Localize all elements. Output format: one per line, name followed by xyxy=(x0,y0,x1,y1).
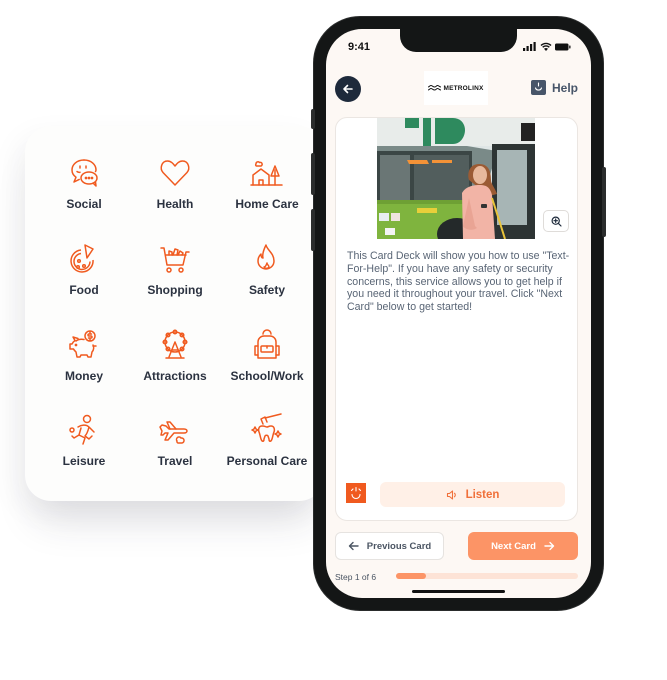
category-attractions[interactable]: Attractions xyxy=(127,328,223,383)
heart-icon xyxy=(160,160,190,186)
category-label: Home Care xyxy=(235,197,299,211)
status-icons xyxy=(523,42,571,51)
speaker-icon xyxy=(446,489,456,500)
metrolinx-logo: METROLINX xyxy=(424,71,488,105)
step-label: Step 1 of 6 xyxy=(335,572,377,582)
category-safety[interactable]: Safety xyxy=(219,242,315,297)
category-school-work[interactable]: School/Work xyxy=(219,328,315,383)
category-label: Leisure xyxy=(62,454,106,468)
ferris-wheel-icon xyxy=(162,329,188,359)
phone-screen: 9:41 METROLINX Help This Card Deck will … xyxy=(326,29,591,598)
signal-icon xyxy=(523,42,536,51)
bus-photo xyxy=(377,118,535,239)
notch xyxy=(400,29,517,52)
category-label: Attractions xyxy=(143,369,207,383)
volume-down-button xyxy=(311,209,315,251)
category-label: Shopping xyxy=(147,283,203,297)
category-label: Food xyxy=(69,283,99,297)
battery-icon xyxy=(555,43,571,51)
category-label: Social xyxy=(66,197,102,211)
airplane-icon xyxy=(159,421,188,444)
chat-bubbles-icon xyxy=(71,159,98,187)
status-time: 9:41 xyxy=(348,41,371,53)
assistant-smile-icon xyxy=(350,486,362,500)
pizza-icon xyxy=(70,244,94,273)
category-label: School/Work xyxy=(230,369,304,383)
help-label: Help xyxy=(551,80,578,95)
category-personal-care[interactable]: Personal Care xyxy=(219,413,315,468)
next-card-button[interactable]: Next Card xyxy=(468,532,578,560)
home-indicator xyxy=(412,590,505,593)
backpack-icon xyxy=(254,329,280,359)
listen-label: Listen xyxy=(465,488,500,501)
category-label: Personal Care xyxy=(226,454,308,468)
person-playing-icon xyxy=(69,414,95,445)
metrolinx-wave-icon xyxy=(428,85,442,91)
house-tree-icon xyxy=(250,161,283,186)
category-label: Safety xyxy=(248,283,286,297)
previous-card-button[interactable]: Previous Card xyxy=(335,532,444,560)
previous-card-label: Previous Card xyxy=(366,540,432,552)
category-health[interactable]: Health xyxy=(127,156,223,211)
logo-text: METROLINX xyxy=(443,84,484,92)
volume-up-button xyxy=(311,153,315,195)
zoom-in-icon xyxy=(550,215,562,227)
mute-switch xyxy=(311,109,315,129)
card-description: This Card Deck will show you how to use … xyxy=(347,250,570,314)
shopping-cart-icon xyxy=(160,247,190,273)
flame-icon xyxy=(257,244,275,270)
back-button[interactable] xyxy=(335,76,361,102)
progress-bar xyxy=(396,573,578,579)
category-label: Money xyxy=(64,369,103,383)
category-home-care[interactable]: Home Care xyxy=(219,156,315,211)
next-card-label: Next Card xyxy=(491,540,536,552)
category-leisure[interactable]: Leisure xyxy=(36,413,132,468)
card-image[interactable] xyxy=(377,118,535,239)
wifi-icon xyxy=(540,42,552,51)
content-card: This Card Deck will show you how to use … xyxy=(335,117,578,521)
phone-frame: 9:41 METROLINX Help This Card Deck will … xyxy=(311,17,606,610)
power-button xyxy=(602,167,606,237)
arrow-left-icon xyxy=(348,541,359,551)
piggy-bank-icon xyxy=(69,330,97,358)
listen-button[interactable]: Listen xyxy=(380,482,565,507)
category-card: Social Health Home Care Food Shopping Sa… xyxy=(25,126,325,501)
zoom-image-button[interactable] xyxy=(543,210,569,232)
category-food[interactable]: Food xyxy=(36,242,132,297)
progress-fill xyxy=(396,573,427,579)
tooth-brush-icon xyxy=(251,413,282,442)
arrow-left-icon xyxy=(343,84,353,94)
help-smile-icon xyxy=(530,80,546,95)
category-travel[interactable]: Travel xyxy=(127,413,223,468)
category-money[interactable]: Money xyxy=(36,328,132,383)
category-social[interactable]: Social xyxy=(36,156,132,211)
assistant-avatar-button[interactable] xyxy=(346,483,366,503)
category-label: Health xyxy=(156,197,194,211)
category-label: Travel xyxy=(157,454,193,468)
arrow-right-icon xyxy=(544,541,555,551)
help-button[interactable]: Help xyxy=(530,80,578,95)
category-shopping[interactable]: Shopping xyxy=(127,242,223,297)
